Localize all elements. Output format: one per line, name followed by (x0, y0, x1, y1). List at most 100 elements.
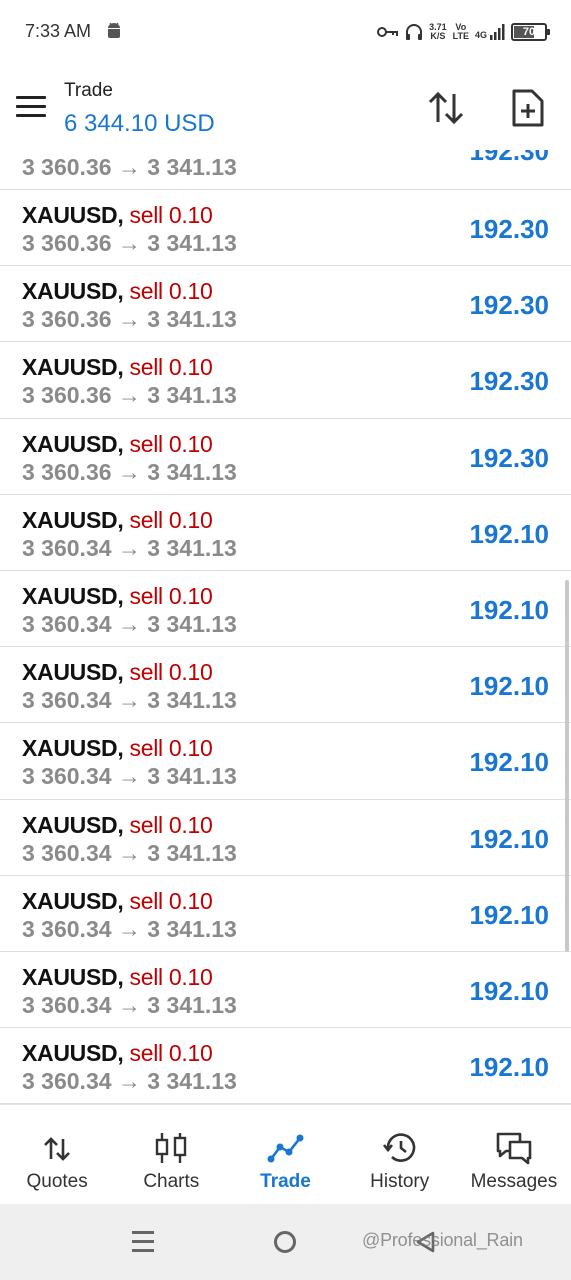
position-side: sell 0.10 (129, 582, 213, 609)
tab-history-label: History (370, 1171, 430, 1192)
position-profit: 192.30 (469, 442, 549, 473)
volte-indicator: Vo LTE (453, 23, 469, 41)
position-row[interactable]: XAUUSD, sell 0.10 3 360.34 → 3 341.13 192.… (0, 647, 571, 724)
position-row[interactable]: XAUUSD, sell 0.10 3 360.36 → 3 341.13 192.… (0, 419, 571, 495)
position-symbol-text: XAUUSD, (22, 811, 124, 838)
menu-icon[interactable] (16, 96, 46, 118)
signal-type: 4G (474, 30, 487, 40)
position-row[interactable]: XAUUSD, sell 0.10 3 360.34 → 3 341.13 192.… (0, 800, 571, 876)
position-prices: 3 360.34 → 3 341.13 (22, 839, 237, 866)
position-symbol: XAUUSD, sell 0.10 (22, 506, 213, 534)
status-bar: 7:33 AM 3.71 K/S Vo LTE 4G 70 (0, 0, 571, 62)
position-row[interactable]: 3 360.36 → 3 341.13 192.30 (0, 150, 571, 190)
position-symbol-text: XAUUSD, (22, 506, 124, 533)
position-symbol: XAUUSD, sell 0.10 (22, 278, 213, 305)
position-symbol-text: XAUUSD, (22, 202, 124, 228)
position-symbol-text: XAUUSD, (22, 1040, 124, 1067)
position-prices: 3 360.36 → 3 341.13 (22, 230, 237, 256)
position-prices: 3 360.34 → 3 341.13 (22, 915, 237, 942)
position-symbol: XAUUSD, sell 0.10 (22, 735, 213, 762)
position-symbol: XAUUSD, sell 0.10 (22, 811, 213, 839)
position-row[interactable]: XAUUSD, sell 0.10 3 360.34 → 3 341.13 192.… (0, 876, 571, 952)
position-profit: 192.30 (469, 214, 549, 244)
signal-icon (490, 24, 505, 40)
status-time: 7:33 AM (25, 21, 92, 41)
position-prices: 3 360.36 → 3 341.13 (22, 458, 237, 485)
position-symbol: XAUUSD, sell 0.10 (22, 431, 213, 458)
battery-level: 70 (522, 26, 536, 38)
position-side: sell 0.10 (129, 506, 213, 533)
watermark: @Professional_Rain (362, 1230, 523, 1250)
position-row[interactable]: XAUUSD, sell 0.10 3 360.36 → 3 341.13 192.… (0, 266, 571, 343)
messages-icon (496, 1132, 532, 1165)
account-balance: 6 344.10 USD (64, 110, 215, 137)
app-header: Trade 6 344.10 USD (0, 62, 571, 150)
system-navigation-bar: @Professional_Rain (0, 1204, 571, 1280)
battery-icon: 70 (511, 23, 550, 41)
position-prices: 3 360.36 → 3 341.13 (22, 382, 237, 409)
position-symbol: XAUUSD, sell 0.10 (22, 963, 213, 991)
position-profit: 192.10 (469, 899, 549, 930)
position-side: sell 0.10 (129, 278, 213, 305)
tab-trade[interactable]: Trade (228, 1105, 342, 1204)
position-profit: 192.10 (469, 1052, 549, 1083)
key-icon (377, 27, 399, 37)
position-symbol: XAUUSD, sell 0.10 (22, 887, 213, 915)
tab-quotes[interactable]: Quotes (0, 1105, 114, 1204)
tab-messages[interactable]: Messages (457, 1105, 571, 1204)
position-prices: 3 360.34 → 3 341.13 (22, 1068, 237, 1095)
position-profit: 192.10 (469, 518, 549, 549)
android-icon (108, 22, 120, 38)
position-symbol: XAUUSD, sell 0.10 (22, 1040, 213, 1067)
tab-trade-label: Trade (260, 1171, 311, 1192)
tab-charts-label: Charts (143, 1171, 200, 1192)
position-symbol: XAUUSD, sell 0.10 (22, 354, 213, 381)
history-icon (382, 1133, 415, 1162)
bottom-navigation: Quotes Charts Trade History Messages (0, 1104, 571, 1204)
position-row[interactable]: XAUUSD, sell 0.10 3 360.34 → 3 341.13 192.… (0, 571, 571, 648)
recent-apps-icon[interactable] (132, 1231, 154, 1253)
position-row[interactable]: XAUUSD, sell 0.10 3 360.34 → 3 341.13 192.… (0, 495, 571, 571)
position-symbol-text: XAUUSD, (22, 735, 124, 762)
status-icons: 3.71 K/S Vo LTE 4G 70 (377, 18, 550, 46)
position-row[interactable]: XAUUSD, sell 0.10 3 360.34 → 3 341.13 192.… (0, 952, 571, 1029)
position-profit: 192.10 (469, 975, 549, 1006)
net-speed-unit: K/S (430, 31, 446, 41)
position-prices: 3 360.36 → 3 341.13 (22, 154, 237, 180)
position-side: sell 0.10 (129, 735, 213, 762)
scrollbar[interactable] (565, 580, 569, 952)
position-row[interactable]: XAUUSD, sell 0.10 3 360.36 → 3 341.13 192.… (0, 342, 571, 419)
position-row[interactable]: XAUUSD, sell 0.10 3 360.36 → 3 341.13 192.… (0, 190, 571, 267)
position-prices: 3 360.34 → 3 341.13 (22, 991, 237, 1018)
tab-charts[interactable]: Charts (114, 1105, 228, 1204)
home-icon[interactable] (274, 1231, 296, 1253)
position-profit: 192.10 (469, 823, 549, 854)
position-row[interactable]: XAUUSD, sell 0.10 3 360.34 → 3 341.13 192.… (0, 1028, 571, 1104)
position-prices: 3 360.34 → 3 341.13 (22, 534, 237, 561)
position-side: sell 0.10 (129, 887, 213, 914)
position-symbol-text: XAUUSD, (22, 582, 124, 609)
trade-icon (267, 1134, 303, 1163)
position-side: sell 0.10 (129, 963, 213, 990)
position-side: sell 0.10 (129, 354, 213, 381)
sort-icon[interactable] (426, 90, 466, 126)
position-symbol-text: XAUUSD, (22, 887, 124, 914)
volte-bottom: LTE (452, 31, 469, 41)
position-side: sell 0.10 (129, 811, 213, 838)
position-symbol: XAUUSD, sell 0.10 (22, 659, 213, 686)
position-prices: 3 360.36 → 3 341.13 (22, 306, 237, 333)
tab-quotes-label: Quotes (26, 1171, 88, 1192)
position-symbol-text: XAUUSD, (22, 963, 124, 990)
position-side: sell 0.10 (129, 202, 213, 228)
tab-history[interactable]: History (343, 1105, 457, 1204)
quotes-icon (44, 1137, 71, 1161)
positions-list[interactable]: 3 360.36 → 3 341.13 192.30 XAUUSD, sell … (0, 150, 571, 1104)
net-speed: 3.71 K/S (429, 23, 447, 41)
position-prices: 3 360.34 → 3 341.13 (22, 763, 237, 790)
headphones-icon (406, 24, 423, 40)
position-row[interactable]: XAUUSD, sell 0.10 3 360.34 → 3 341.13 192.… (0, 723, 571, 800)
signal-indicator: 4G (475, 24, 505, 40)
new-order-icon[interactable] (510, 88, 546, 128)
position-symbol-text: XAUUSD, (22, 354, 124, 381)
position-profit: 192.30 (469, 150, 549, 166)
